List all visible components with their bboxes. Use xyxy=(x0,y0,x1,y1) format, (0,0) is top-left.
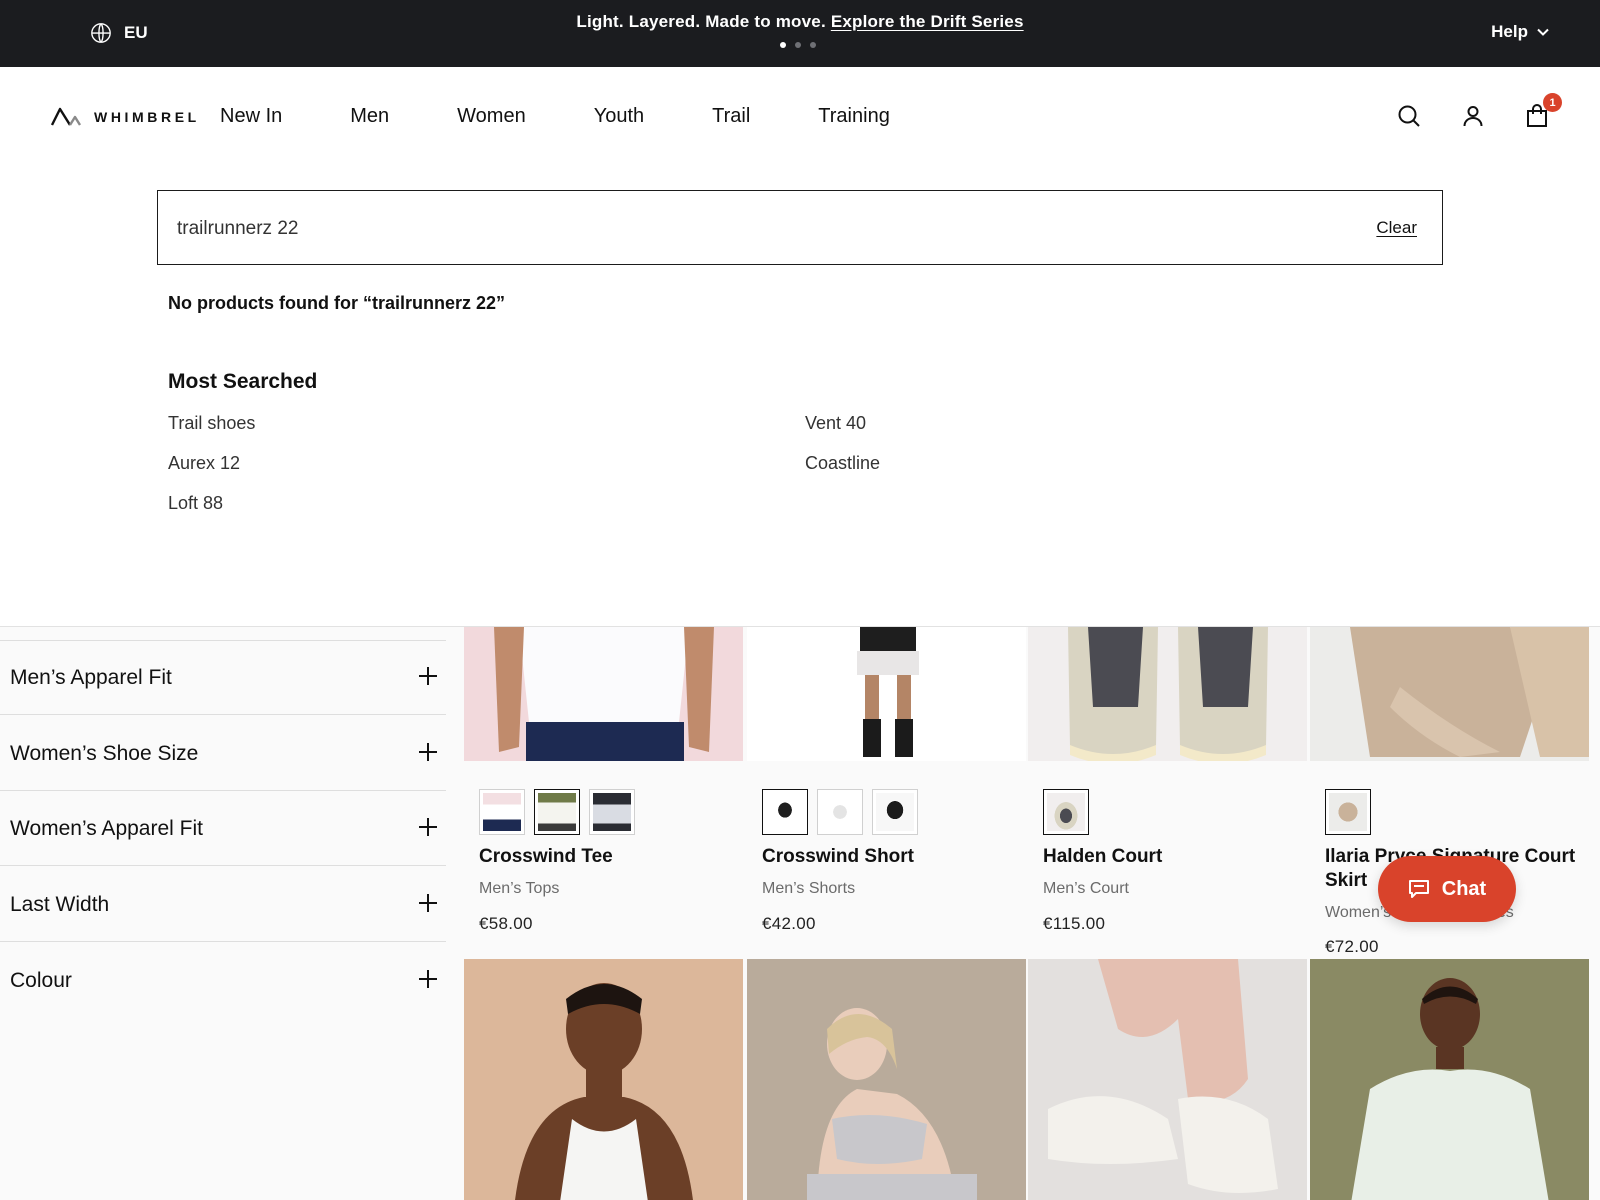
most-searched-item[interactable]: Coastline xyxy=(805,453,1105,473)
help-label: Help xyxy=(1491,22,1528,41)
chat-label: Chat xyxy=(1441,877,1487,900)
color-swatch[interactable] xyxy=(534,789,580,835)
product-price: €42.00 xyxy=(762,914,816,933)
plus-icon xyxy=(419,970,437,988)
main-nav: New In Men Women Youth Trail Training xyxy=(220,105,958,128)
promo-text: Light. Layered. Made to move. xyxy=(576,12,826,31)
nav-new-in[interactable]: New In xyxy=(220,105,282,128)
most-searched-item[interactable]: Trail shoes xyxy=(168,413,805,433)
color-swatch[interactable] xyxy=(817,789,863,835)
nav-youth[interactable]: Youth xyxy=(594,105,644,128)
most-searched-list: Trail shoes Vent 40 Aurex 12 Coastline L… xyxy=(168,413,1168,513)
user-icon xyxy=(1463,106,1483,127)
account-button[interactable] xyxy=(1460,103,1486,129)
site-header: WHIMBREL New In Men Women Youth Trail Tr… xyxy=(0,67,1600,167)
plus-icon xyxy=(419,818,437,836)
nav-men[interactable]: Men xyxy=(350,105,389,128)
search-icon xyxy=(1398,105,1420,127)
filter-colour[interactable]: Colour xyxy=(0,943,446,1018)
product-price: €72.00 xyxy=(1325,937,1379,956)
product-category: Men’s Tops xyxy=(479,880,560,897)
filter-womens-shoe-size[interactable]: Women’s Shoe Size xyxy=(0,716,446,791)
product-image[interactable] xyxy=(464,627,743,761)
product-image[interactable] xyxy=(747,959,1026,1200)
nav-trail[interactable]: Trail xyxy=(712,105,750,128)
filter-label: Women’s Apparel Fit xyxy=(10,817,203,840)
product-image[interactable] xyxy=(1028,959,1307,1200)
product-image[interactable] xyxy=(747,627,1026,761)
carousel-dots xyxy=(780,42,816,48)
color-swatches xyxy=(762,789,918,835)
chevron-down-icon xyxy=(1537,28,1549,36)
filter-womens-apparel-fit[interactable]: Women’s Apparel Fit xyxy=(0,791,446,866)
nav-women[interactable]: Women xyxy=(457,105,526,128)
filter-sidebar: Men’s Apparel Fit Women’s Shoe Size Wome… xyxy=(0,627,446,1200)
carousel-dot[interactable] xyxy=(810,42,816,48)
product-price: €58.00 xyxy=(479,914,533,933)
header-actions: 1 xyxy=(1396,93,1562,129)
color-swatch[interactable] xyxy=(479,789,525,835)
search-input[interactable] xyxy=(177,215,1277,243)
product-name[interactable]: Halden Court xyxy=(1043,845,1303,869)
filter-mens-apparel-fit[interactable]: Men’s Apparel Fit xyxy=(0,640,446,715)
color-swatch[interactable] xyxy=(762,789,808,835)
most-searched-item[interactable]: Loft 88 xyxy=(168,493,805,513)
filter-last-width[interactable]: Last Width xyxy=(0,867,446,942)
product-category: Men’s Shorts xyxy=(762,880,856,897)
product-image[interactable] xyxy=(1028,627,1307,761)
filter-label: Women’s Shoe Size xyxy=(10,742,199,765)
search-button[interactable] xyxy=(1396,103,1422,129)
filter-label: Colour xyxy=(10,969,72,992)
nav-training[interactable]: Training xyxy=(818,105,890,128)
search-overlay: Clear No products found for “trailrunner… xyxy=(0,167,1600,627)
cart-button[interactable]: 1 xyxy=(1524,93,1562,129)
most-searched-heading: Most Searched xyxy=(168,370,318,393)
product-name[interactable]: Crosswind Tee xyxy=(479,845,739,869)
product-category: Men’s Court xyxy=(1043,880,1129,897)
carousel-dot[interactable] xyxy=(795,42,801,48)
color-swatches xyxy=(479,789,635,835)
product-image[interactable] xyxy=(1310,959,1589,1200)
brand-name: WHIMBREL xyxy=(94,109,200,125)
color-swatches xyxy=(1043,789,1089,835)
carousel-dot[interactable] xyxy=(780,42,786,48)
color-swatch[interactable] xyxy=(1325,789,1371,835)
chat-button[interactable]: Chat xyxy=(1378,856,1516,922)
chat-bubble-icon xyxy=(1408,880,1429,898)
plus-icon xyxy=(419,667,437,685)
plus-icon xyxy=(419,894,437,912)
logo-mark-icon xyxy=(50,107,82,126)
most-searched-item[interactable]: Aurex 12 xyxy=(168,453,805,473)
promo-message: Light. Layered. Made to move. Explore th… xyxy=(0,12,1600,32)
color-swatch[interactable] xyxy=(1043,789,1089,835)
product-price: €115.00 xyxy=(1043,914,1106,933)
filter-label: Men’s Apparel Fit xyxy=(10,666,172,689)
brand-logo[interactable]: WHIMBREL xyxy=(50,105,200,129)
color-swatch[interactable] xyxy=(589,789,635,835)
clear-search-button[interactable]: Clear xyxy=(1376,218,1417,238)
filter-label: Last Width xyxy=(10,893,110,916)
search-box: Clear xyxy=(157,190,1443,265)
help-menu[interactable]: Help xyxy=(1491,22,1550,42)
promo-link[interactable]: Explore the Drift Series xyxy=(831,12,1024,31)
plus-icon xyxy=(419,743,437,761)
announcement-bar: EU Light. Layered. Made to move. Explore… xyxy=(0,0,1600,67)
product-name[interactable]: Crosswind Short xyxy=(762,845,1022,869)
no-results-message: No products found for “trailrunnerz 22” xyxy=(168,293,506,313)
product-image[interactable] xyxy=(1310,627,1589,761)
cart-count-badge: 1 xyxy=(1543,93,1562,112)
most-searched-item[interactable]: Vent 40 xyxy=(805,413,1105,433)
product-image[interactable] xyxy=(464,959,743,1200)
color-swatches xyxy=(1325,789,1371,835)
color-swatch[interactable] xyxy=(872,789,918,835)
